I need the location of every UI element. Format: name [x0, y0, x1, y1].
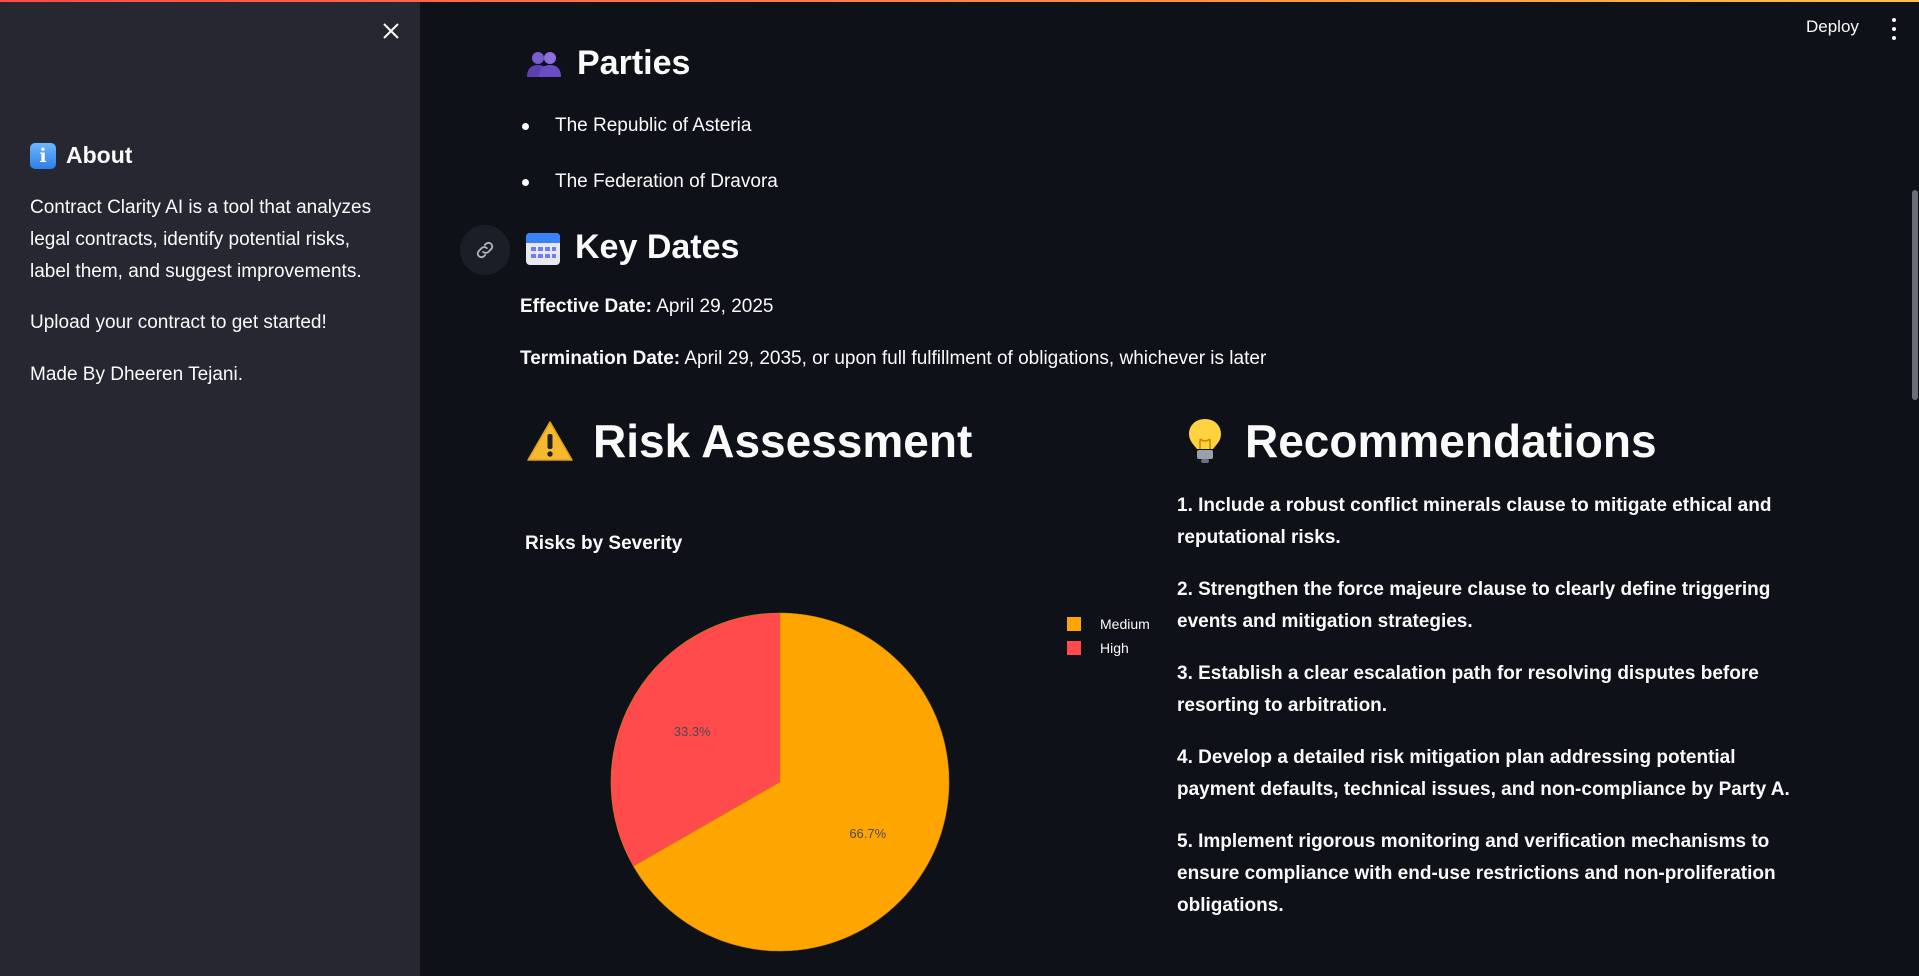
- key-dates-heading: Key Dates: [525, 228, 739, 267]
- main-menu-icon[interactable]: [1884, 18, 1904, 40]
- deploy-button[interactable]: Deploy: [1806, 17, 1859, 37]
- scrollbar[interactable]: [1912, 190, 1918, 400]
- recommendations-title: Recommendations: [1245, 415, 1657, 467]
- about-description: Contract Clarity AI is a tool that analy…: [30, 197, 372, 282]
- legend-swatch: [1067, 617, 1081, 631]
- people-icon: [527, 51, 561, 77]
- recommendation-item: 1. Include a robust conflict minerals cl…: [1177, 495, 1772, 548]
- chart-title: Risks by Severity: [525, 533, 683, 554]
- recommendations-list: 1. Include a robust conflict minerals cl…: [1177, 490, 1817, 942]
- about-title: About: [66, 142, 133, 168]
- termination-date: Termination Date: April 29, 2035, or upo…: [520, 348, 1266, 370]
- author-credit: Made By Dheeren Tejani.: [30, 364, 243, 385]
- parties-heading: Parties: [525, 44, 690, 83]
- recommendation-item: 4. Develop a detailed risk mitigation pl…: [1177, 747, 1790, 800]
- recommendation-item: 2. Strengthen the force majeure clause t…: [1177, 579, 1771, 632]
- pie-data-label: 66.7%: [849, 826, 886, 841]
- calendar-icon: [526, 232, 560, 265]
- risk-assessment-heading: Risk Assessment: [527, 414, 972, 468]
- effective-date: Effective Date: April 29, 2025: [520, 296, 773, 318]
- warning-icon: [527, 421, 573, 461]
- close-icon[interactable]: [378, 18, 404, 44]
- sidebar: i About Contract Clarity AI is a tool th…: [0, 2, 420, 976]
- lightbulb-icon: [1189, 419, 1221, 463]
- effective-date-label: Effective Date:: [520, 296, 652, 317]
- risk-severity-pie-chart: 66.7% 33.3% Medium High: [610, 612, 1150, 952]
- legend-swatch: [1067, 641, 1081, 655]
- recommendation-item: 5. Implement rigorous monitoring and ver…: [1177, 831, 1776, 916]
- about-heading: i About: [30, 142, 132, 169]
- legend-label[interactable]: Medium: [1100, 616, 1150, 632]
- link-icon[interactable]: [460, 225, 510, 275]
- recommendations-heading: Recommendations: [1185, 414, 1657, 468]
- pie-data-label: 33.3%: [674, 724, 711, 739]
- party-item: The Federation of Dravora: [522, 171, 778, 193]
- key-dates-title: Key Dates: [575, 228, 740, 266]
- legend-label[interactable]: High: [1100, 640, 1129, 656]
- info-icon: i: [30, 142, 56, 169]
- party-item: The Republic of Asteria: [522, 115, 751, 137]
- risk-assessment-title: Risk Assessment: [593, 415, 973, 467]
- recommendation-item: 3. Establish a clear escalation path for…: [1177, 663, 1759, 716]
- parties-title: Parties: [577, 44, 691, 82]
- effective-date-value: April 29, 2025: [656, 296, 774, 317]
- termination-date-value: April 29, 2035, or upon full fulfillment…: [684, 348, 1267, 369]
- upload-prompt: Upload your contract to get started!: [30, 312, 327, 333]
- termination-date-label: Termination Date:: [520, 348, 681, 369]
